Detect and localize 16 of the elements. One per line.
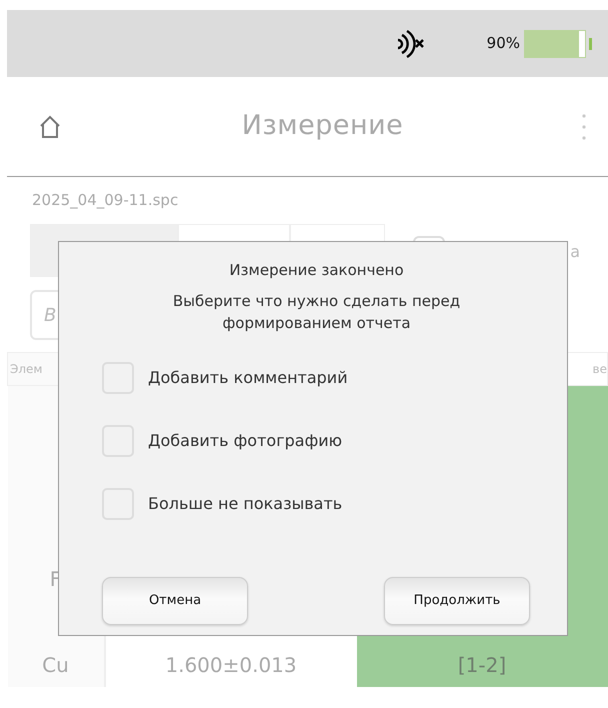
checkbox-label: Добавить фотографию	[148, 430, 342, 452]
range-cell: [1-2]	[356, 644, 608, 686]
cancel-button[interactable]: Отмена	[102, 577, 248, 625]
element-cell: Cu	[8, 644, 104, 686]
value-cell: 1.600±0.013	[104, 644, 356, 686]
battery-icon	[524, 30, 586, 58]
continue-button[interactable]: Продолжить	[384, 577, 530, 625]
more-menu-icon[interactable]	[582, 112, 586, 140]
battery-percent: 90%	[486, 33, 520, 54]
checkbox-label: Добавить комментарий	[148, 366, 348, 388]
dialog-title: Измерение закончено	[228, 260, 405, 281]
checkbox-label: а	[570, 241, 581, 263]
file-name: 2025_04_09-11.spc	[32, 190, 178, 211]
page-title: Измерение	[240, 109, 404, 144]
dialog-message: Выберите что нужно сделать перед формированием отчета	[172, 290, 462, 334]
checkbox-label: Больше не показывать	[148, 492, 342, 514]
